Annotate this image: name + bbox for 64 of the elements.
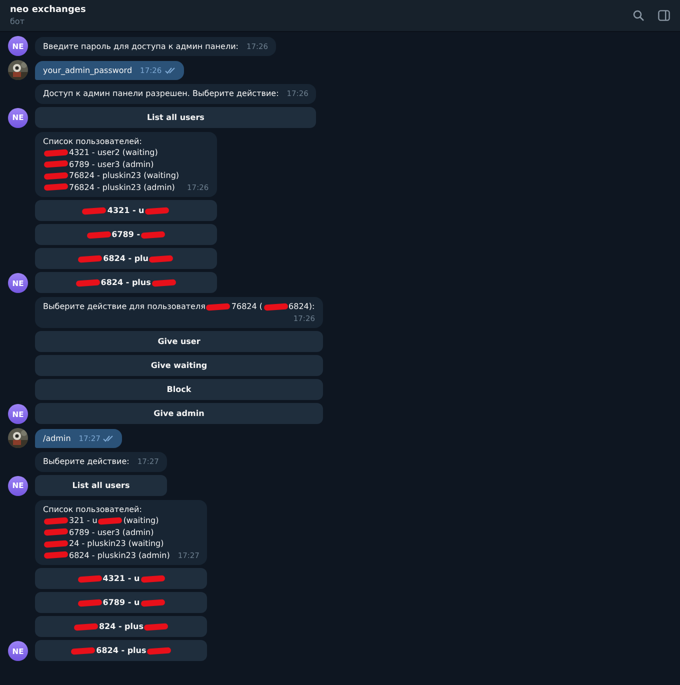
- redaction-mark: [78, 254, 102, 263]
- keyboard-button[interactable]: 4321 - u: [35, 200, 217, 221]
- keyboard-button[interactable]: 6824 - plus: [35, 272, 217, 293]
- message-text: Выберите действие для пользователя: [43, 302, 206, 311]
- message-text: your_admin_password: [43, 66, 132, 74]
- keyboard-button[interactable]: List all users: [35, 106, 316, 128]
- redaction-mark: [44, 551, 68, 560]
- redaction-mark: [263, 302, 288, 311]
- redaction-mark: [71, 646, 96, 655]
- redaction-mark: [140, 230, 166, 239]
- message-text: Выберите действие:: [43, 457, 130, 466]
- message-text: 6789 - user3 (admin): [69, 528, 154, 536]
- redaction-mark: [98, 516, 122, 525]
- message-text: (waiting): [123, 516, 159, 525]
- message-text: 321 - u: [69, 516, 98, 525]
- message-text: 76824 - pluskin23 (admin): [69, 182, 175, 192]
- redaction-mark: [206, 302, 231, 311]
- keyboard-button[interactable]: Give user: [35, 331, 323, 352]
- message-text: 4321 - user2 (waiting): [69, 148, 158, 157]
- keyboard-button[interactable]: 6824 - plu: [35, 248, 217, 269]
- message-text: 6824):: [288, 302, 315, 311]
- message-text: 76824 (: [231, 302, 263, 311]
- message-text: 6789 - user3 (admin): [69, 160, 154, 168]
- message-text: Введите пароль для доступа к админ панели:: [43, 42, 238, 50]
- redaction-mark: [140, 598, 165, 607]
- redaction-mark: [78, 598, 102, 607]
- redaction-mark: [44, 183, 68, 192]
- redaction-mark: [82, 206, 107, 215]
- redaction-mark: [140, 574, 165, 583]
- keyboard-button[interactable]: 824 - plus: [35, 616, 208, 637]
- message-text: Доступ к админ панели разрешен. Выберите действие:: [43, 89, 279, 98]
- side-panel-icon[interactable]: [658, 10, 670, 21]
- keyboard-button[interactable]: 4321 - u: [35, 568, 208, 589]
- keyboard-button[interactable]: 6789 -: [35, 224, 217, 245]
- keyboard-button[interactable]: Give waiting: [35, 355, 323, 376]
- keyboard-button[interactable]: 6789 - u: [35, 592, 208, 613]
- message-text: /admin: [43, 434, 71, 442]
- redaction-mark: [44, 528, 68, 536]
- redaction-mark: [149, 254, 174, 263]
- chat-subtitle: бот: [10, 17, 26, 26]
- message-text: 76824 - pluskin23 (waiting): [69, 171, 180, 180]
- message-text: 24 - pluskin23 (waiting): [69, 539, 164, 548]
- keyboard-button[interactable]: Block: [35, 379, 323, 400]
- redaction-mark: [44, 160, 68, 168]
- search-icon[interactable]: [633, 10, 644, 21]
- redaction-mark: [74, 622, 98, 631]
- redaction-mark: [145, 206, 170, 215]
- message-text: 6824 - pluskin23 (admin): [69, 550, 170, 560]
- redaction-mark: [44, 172, 68, 180]
- redaction-mark: [147, 646, 172, 655]
- redaction-mark: [78, 574, 102, 583]
- redaction-mark: [76, 278, 100, 287]
- redaction-mark: [144, 622, 169, 631]
- redaction-mark: [44, 148, 68, 157]
- redaction-mark: [44, 516, 68, 525]
- redaction-mark: [152, 278, 176, 287]
- message-text: Список пользователей:: [43, 136, 142, 146]
- chat-title: neo exchanges: [10, 5, 87, 15]
- keyboard-button[interactable]: Give admin: [35, 403, 323, 424]
- redaction-mark: [44, 540, 68, 548]
- keyboard-button[interactable]: 6824 - plus: [35, 640, 208, 661]
- redaction-mark: [86, 230, 111, 239]
- keyboard-button[interactable]: List all users: [35, 474, 167, 496]
- message-text: Список пользователей:: [43, 504, 142, 514]
